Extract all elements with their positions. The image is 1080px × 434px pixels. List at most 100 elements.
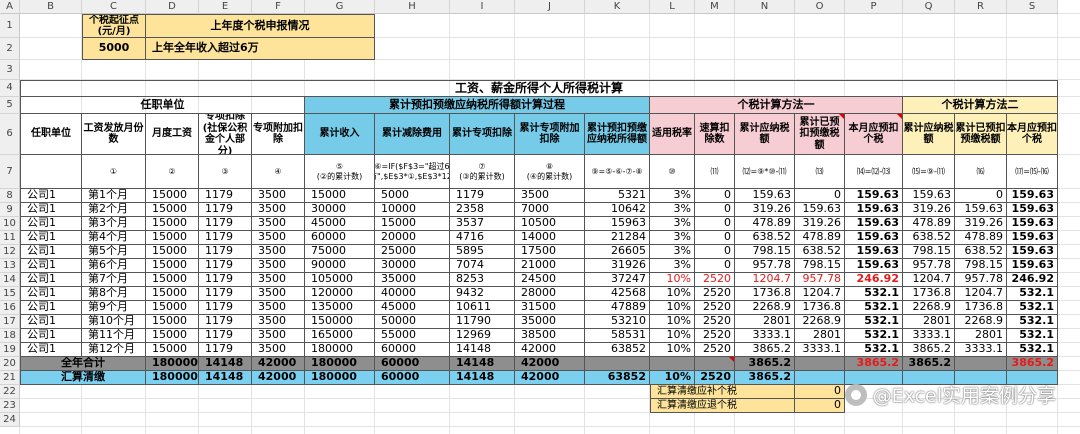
- cell-Q17[interactable]: 2268.9: [903, 301, 955, 315]
- cell-D14[interactable]: 15000: [146, 259, 199, 273]
- formula-L[interactable]: ⑩: [650, 155, 695, 189]
- cell-N13[interactable]: 798.15: [735, 245, 795, 259]
- cell-R19[interactable]: 2801: [955, 329, 1007, 343]
- formula-Q[interactable]: ⒂=⑨-⑾: [903, 155, 955, 189]
- cell-I14[interactable]: 7074: [450, 259, 515, 273]
- column-header-D[interactable]: D: [146, 0, 199, 14]
- cell-C9[interactable]: 第1个月: [82, 189, 146, 203]
- total-R[interactable]: [955, 357, 1007, 371]
- cell-B11[interactable]: 公司1: [20, 217, 82, 231]
- cell-M19[interactable]: 2520: [695, 329, 735, 343]
- settle-O[interactable]: [795, 371, 845, 385]
- cell-F15[interactable]: 3500: [252, 273, 305, 287]
- cell-J19[interactable]: 38500: [515, 329, 585, 343]
- cell-G14[interactable]: 90000: [305, 259, 375, 273]
- cell-O15[interactable]: 957.78: [795, 273, 845, 287]
- cell-C15[interactable]: 第7个月: [82, 273, 146, 287]
- row-header-18[interactable]: 18: [0, 329, 20, 343]
- total-I[interactable]: 14148: [450, 357, 515, 371]
- cell-P14[interactable]: 159.63: [845, 259, 903, 273]
- row-header-15[interactable]: 15: [0, 287, 20, 301]
- cell-L20[interactable]: 10%: [650, 343, 695, 357]
- cell-N18[interactable]: 2801: [735, 315, 795, 329]
- cell-O16[interactable]: 1204.7: [795, 287, 845, 301]
- settle-G[interactable]: 180000: [305, 371, 375, 385]
- settle-R[interactable]: [955, 371, 1007, 385]
- cell-K14[interactable]: 31926: [585, 259, 650, 273]
- cell-B20[interactable]: 公司1: [20, 343, 82, 357]
- cell-K15[interactable]: 37247: [585, 273, 650, 287]
- cell-B9[interactable]: 公司1: [20, 189, 82, 203]
- cell-R14[interactable]: 798.15: [955, 259, 1007, 273]
- cell-B19[interactable]: 公司1: [20, 329, 82, 343]
- cell-D10[interactable]: 15000: [146, 203, 199, 217]
- group-cumulative[interactable]: 累计预扣预缴应纳税所得额计算过程: [305, 97, 650, 114]
- header-P[interactable]: 本月应预扣个税: [845, 114, 903, 155]
- cell-M12[interactable]: 0: [695, 231, 735, 245]
- cell-S17[interactable]: 532.1: [1007, 301, 1058, 315]
- cell-O9[interactable]: 0: [795, 189, 845, 203]
- settle-F[interactable]: 42000: [252, 371, 305, 385]
- settle-label[interactable]: 汇算清缴: [20, 371, 146, 385]
- row-header-12[interactable]: 12: [0, 245, 20, 259]
- cell-P13[interactable]: 159.63: [845, 245, 903, 259]
- cell-P12[interactable]: 159.63: [845, 231, 903, 245]
- cell-K17[interactable]: 47889: [585, 301, 650, 315]
- cell-N10[interactable]: 319.26: [735, 203, 795, 217]
- cell-L12[interactable]: 3%: [650, 231, 695, 245]
- cell-S16[interactable]: 532.1: [1007, 287, 1058, 301]
- cell-H9[interactable]: 5000: [375, 189, 450, 203]
- cell-H10[interactable]: 10000: [375, 203, 450, 217]
- cell-Q13[interactable]: 798.15: [903, 245, 955, 259]
- cell-L16[interactable]: 10%: [650, 287, 695, 301]
- cell-F14[interactable]: 3500: [252, 259, 305, 273]
- cell-E20[interactable]: 1179: [199, 343, 252, 357]
- cell-M13[interactable]: 0: [695, 245, 735, 259]
- formula-M[interactable]: ⑾: [695, 155, 735, 189]
- last-year-value[interactable]: 上年全年收入超过6万: [146, 38, 375, 60]
- row-header-14[interactable]: 14: [0, 273, 20, 287]
- cell-L15[interactable]: 10%: [650, 273, 695, 287]
- cell-L14[interactable]: 3%: [650, 259, 695, 273]
- comment-indicator-icon[interactable]: [839, 114, 844, 119]
- cell-I19[interactable]: 12969: [450, 329, 515, 343]
- column-header-J[interactable]: J: [515, 0, 585, 14]
- column-header-H[interactable]: H: [375, 0, 450, 14]
- column-header-P[interactable]: P: [845, 0, 903, 14]
- cell-H13[interactable]: 25000: [375, 245, 450, 259]
- cell-R9[interactable]: 0: [955, 189, 1007, 203]
- cell-P10[interactable]: 159.63: [845, 203, 903, 217]
- cell-M18[interactable]: 2520: [695, 315, 735, 329]
- row-header-22[interactable]: 22: [0, 385, 20, 399]
- row-header-20[interactable]: 20: [0, 357, 20, 371]
- header-C[interactable]: 工资发放月份数: [82, 114, 146, 155]
- cell-O19[interactable]: 2801: [795, 329, 845, 343]
- cell-Q15[interactable]: 1204.7: [903, 273, 955, 287]
- total-H[interactable]: 60000: [375, 357, 450, 371]
- cell-L13[interactable]: 3%: [650, 245, 695, 259]
- cell-Q14[interactable]: 957.78: [903, 259, 955, 273]
- cell-F16[interactable]: 3500: [252, 287, 305, 301]
- cell-K19[interactable]: 58531: [585, 329, 650, 343]
- cell-J18[interactable]: 35000: [515, 315, 585, 329]
- cell-I10[interactable]: 2358: [450, 203, 515, 217]
- cell-O12[interactable]: 478.89: [795, 231, 845, 245]
- cell-D9[interactable]: 15000: [146, 189, 199, 203]
- cell-H12[interactable]: 20000: [375, 231, 450, 245]
- cell-H20[interactable]: 60000: [375, 343, 450, 357]
- settle-E[interactable]: 14148: [199, 371, 252, 385]
- cell-C20[interactable]: 第12个月: [82, 343, 146, 357]
- settle-S[interactable]: [1007, 371, 1058, 385]
- group-method1[interactable]: 个税计算方法一: [650, 97, 903, 114]
- row-header-17[interactable]: 17: [0, 315, 20, 329]
- cell-E12[interactable]: 1179: [199, 231, 252, 245]
- cell-B15[interactable]: 公司1: [20, 273, 82, 287]
- cell-F13[interactable]: 3500: [252, 245, 305, 259]
- cell-K16[interactable]: 42568: [585, 287, 650, 301]
- formula-R[interactable]: ⒃: [955, 155, 1007, 189]
- total-N[interactable]: 3865.2: [735, 357, 795, 371]
- cell-E16[interactable]: 1179: [199, 287, 252, 301]
- column-header-S[interactable]: S: [1007, 0, 1058, 14]
- cell-P15[interactable]: 246.92: [845, 273, 903, 287]
- cell-B14[interactable]: 公司1: [20, 259, 82, 273]
